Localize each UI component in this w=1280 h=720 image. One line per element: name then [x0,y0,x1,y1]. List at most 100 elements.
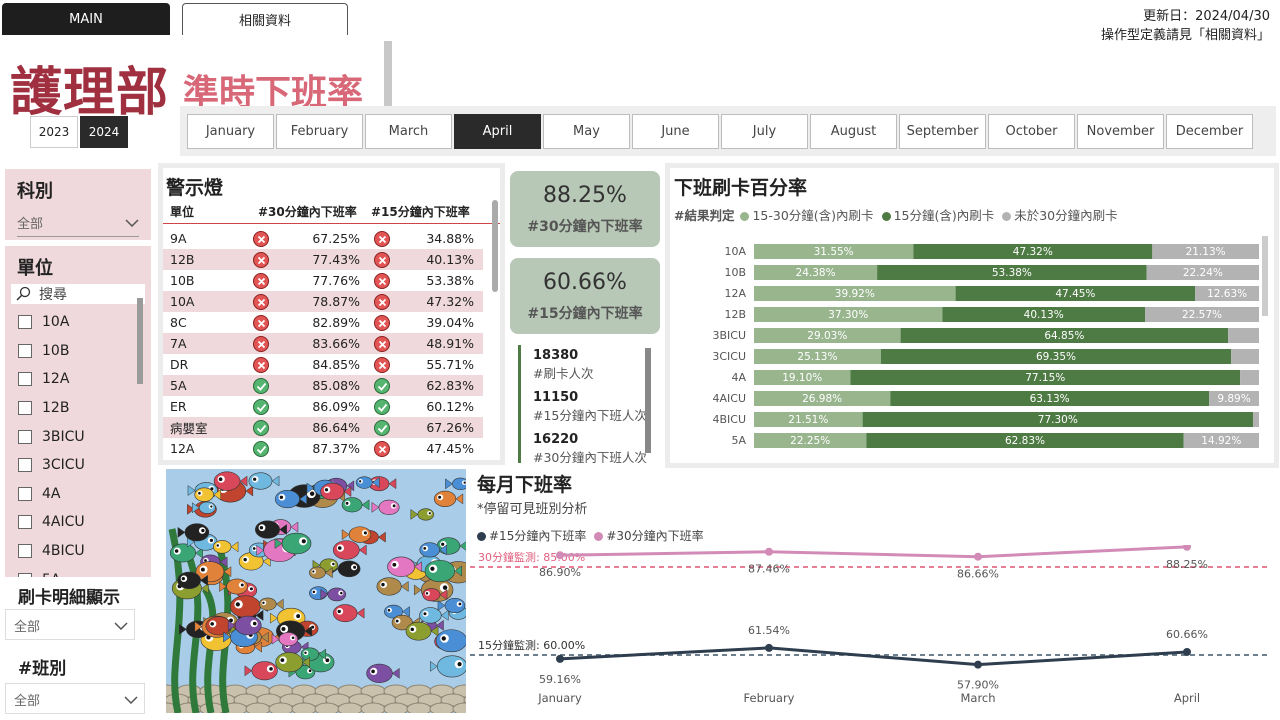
unit-checkbox-12a[interactable]: 12A [5,365,151,394]
month-march-button[interactable]: March [365,114,452,149]
row-unit: 9A [170,231,187,246]
shift-dropdown[interactable]: 全部 [5,683,145,714]
bar-segment[interactable] [1231,349,1259,364]
count-label: #刷卡人次 [533,366,594,381]
count-label: #15分鐘內下班人次 [533,408,647,423]
legend-item: #15分鐘內下班率 [477,529,586,543]
checkbox-icon[interactable] [18,486,32,501]
bar-data-label: 69.35% [1036,351,1076,363]
bar-segment[interactable] [1240,370,1259,385]
card-detail-dropdown[interactable]: 全部 [5,609,135,640]
bar-segment[interactable] [1252,412,1259,427]
unit-checkbox-3cicu[interactable]: 3CICU [5,451,151,480]
unit-checkbox-4bicu[interactable]: 4BICU [5,537,151,566]
unit-checkbox-4a[interactable]: 4A [5,480,151,509]
table-row[interactable]: 5A 85.08% 62.83% [163,375,483,396]
monthly-line-chart: 30分鐘監測: 85.00% 15分鐘監測: 60.00% 59.16% 61.54%… [470,545,1270,705]
unit-list-scrollbar[interactable] [137,298,143,384]
table-row[interactable]: ER 86.09% 60.12% [163,396,483,417]
header-15min[interactable]: #15分鐘內下班率 [371,203,481,220]
x-circle-icon [374,293,390,310]
month-september-button[interactable]: September [899,114,986,149]
table-row[interactable]: 12A 87.37% 47.45% [163,438,483,459]
checkbox-icon[interactable] [18,372,32,387]
x-circle-icon [374,272,390,289]
data-point[interactable] [556,654,564,663]
bar-category-label: 3BICU [712,329,746,342]
tab-related-info[interactable]: 相關資料 [182,3,348,35]
check-circle-icon [253,398,269,415]
month-october-button[interactable]: October [988,114,1075,149]
data-point[interactable] [974,660,982,669]
unit-checkbox-10b[interactable]: 10B [5,337,151,366]
month-december-button[interactable]: December [1166,114,1253,149]
bar-data-label: 40.13% [1024,309,1064,321]
month-february-button[interactable]: February [276,114,363,149]
bar-data-label: 31.55% [814,246,854,258]
row-30min-value: 84.85% [312,357,360,372]
unit-filter: 單位 搜尋 10A 10B 12A 12B 3BICU 3CICU 4A 4AICU 4BICU… [5,246,151,577]
checkbox-icon[interactable] [18,458,32,473]
row-30min-cell: 86.09% [253,398,366,415]
department-dropdown[interactable]: 全部 [17,213,139,237]
x-tick-label: January [537,691,582,705]
table-row[interactable]: 10A 78.87% 47.32% [163,291,483,312]
data-point[interactable] [765,643,773,652]
data-point[interactable] [765,547,773,556]
x-circle-icon [374,335,390,352]
data-point[interactable] [1183,647,1191,656]
month-july-button[interactable]: July [721,114,808,149]
month-april-button[interactable]: April [454,114,541,149]
month-june-button[interactable]: June [632,114,719,149]
checkbox-icon[interactable] [18,401,32,416]
table-row[interactable]: 10B 77.76% 53.38% [163,270,483,291]
unit-checkbox-4aicu[interactable]: 4AICU [5,508,151,537]
data-point[interactable] [556,551,564,560]
table-row[interactable]: 7A 83.66% 48.91% [163,333,483,354]
checkbox-icon[interactable] [18,515,32,530]
checkbox-icon[interactable] [18,572,32,577]
tab-main[interactable]: MAIN [2,3,170,35]
month-may-button[interactable]: May [543,114,630,149]
bar-category-label: 12B [724,308,746,321]
month-november-button[interactable]: November [1077,114,1164,149]
bar-chart-scrollbar[interactable] [1262,236,1268,316]
unit-label: 單位 [17,258,53,279]
month-january-button[interactable]: January [187,114,274,149]
header-unit[interactable]: 單位 [163,203,258,220]
header-30min[interactable]: #30分鐘內下班率 [258,203,371,220]
bar-segment[interactable] [1228,328,1259,343]
checkbox-icon[interactable] [18,343,32,358]
table-row[interactable]: 病嬰室 86.64% 67.26% [163,417,483,438]
page-title: 護理部 [10,62,170,123]
table-row[interactable]: 12B 77.43% 40.13% [163,249,483,270]
divider [384,41,392,107]
checkbox-icon[interactable] [18,544,32,559]
month-august-button[interactable]: August [810,114,897,149]
alert-table-scrollbar[interactable] [492,200,498,292]
checkbox-icon[interactable] [18,429,32,444]
legend-dot-icon [477,532,486,541]
count-scrollbar[interactable] [645,348,651,453]
x-circle-icon [253,272,269,289]
unit-checkbox-12b[interactable]: 12B [5,394,151,423]
table-row[interactable]: 8C 82.89% 39.04% [163,312,483,333]
row-30min-cell: 86.64% [253,419,366,436]
unit-checkbox-5a[interactable]: 5A [5,565,151,577]
table-row[interactable]: 9A 67.25% 34.88% [163,228,483,249]
year-2024-button[interactable]: 2024 [80,116,128,148]
card-detail-value: 全部 [14,620,41,635]
row-30min-cell: 85.08% [253,377,366,394]
bar-data-label: 22.57% [1182,309,1222,321]
checkbox-icon[interactable] [18,315,32,330]
unit-checkbox-3bicu[interactable]: 3BICU [5,422,151,451]
data-point[interactable] [1183,545,1191,551]
unit-checkbox-10a[interactable]: 10A [5,308,151,337]
row-15min-value: 40.13% [426,252,474,267]
table-row[interactable]: DR 84.85% 55.71% [163,354,483,375]
data-point[interactable] [974,552,982,561]
year-2023-button[interactable]: 2023 [30,116,78,148]
kpi-15min-card: 60.66% #15分鐘內下班率 [510,258,660,334]
unit-search-input[interactable]: 搜尋 [11,284,145,304]
row-15min-value: 34.88% [426,231,474,246]
